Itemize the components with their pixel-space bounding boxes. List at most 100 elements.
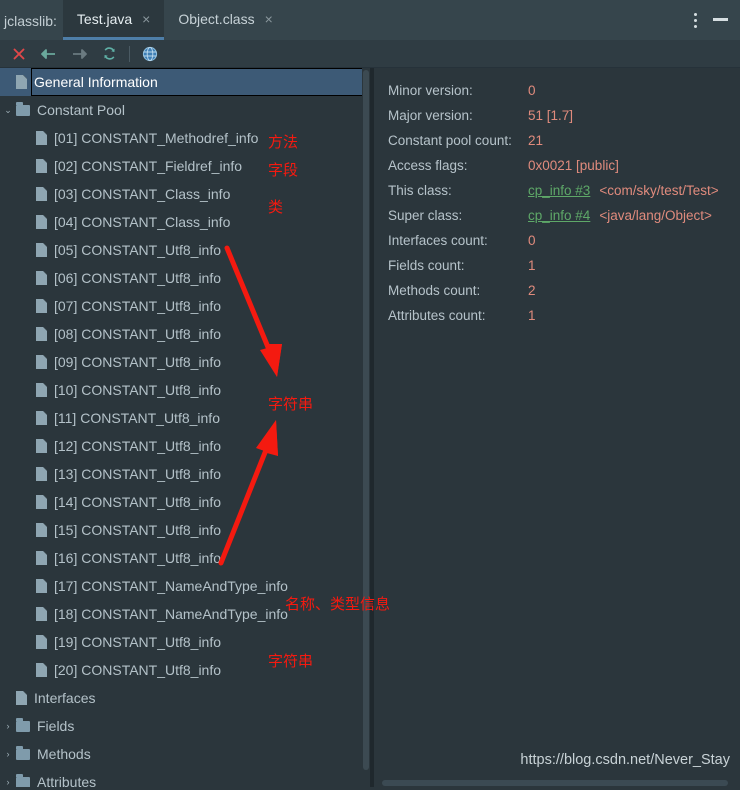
file-icon: [16, 75, 27, 89]
close-icon[interactable]: [4, 41, 34, 67]
tree-item-label: [14] CONSTANT_Utf8_info: [54, 494, 222, 510]
folder-icon: [16, 745, 30, 760]
tab-object-class[interactable]: Object.class ×: [164, 0, 286, 40]
tree-item-constant[interactable]: [07] CONSTANT_Utf8_info: [0, 292, 370, 320]
tree-item-label: [16] CONSTANT_Utf8_info: [54, 550, 222, 566]
tree-item-constant[interactable]: [13] CONSTANT_Utf8_info: [0, 460, 370, 488]
tree-item-label: Constant Pool: [37, 102, 125, 118]
file-icon: [36, 551, 47, 565]
tree-item-label: [15] CONSTANT_Utf8_info: [54, 522, 222, 538]
class-structure-tree[interactable]: General Information ⌄ Constant Pool [01]…: [0, 68, 370, 790]
file-icon: [36, 243, 47, 257]
detail-label: Interfaces count:: [388, 233, 488, 248]
tree-item-constant[interactable]: [01] CONSTANT_Methodref_info: [0, 124, 370, 152]
tree-item-constant[interactable]: [05] CONSTANT_Utf8_info: [0, 236, 370, 264]
tree-vertical-scrollbar-thumb[interactable]: [363, 70, 369, 770]
file-icon: [36, 355, 47, 369]
tree-item-constant[interactable]: [19] CONSTANT_Utf8_info: [0, 628, 370, 656]
jclasslib-window: jclasslib: Test.java × Object.class × Ge…: [0, 0, 740, 790]
more-options-icon[interactable]: [693, 12, 697, 28]
tree-item-methods[interactable]: › Methods: [0, 740, 370, 768]
file-icon: [36, 635, 47, 649]
file-icon: [36, 579, 47, 593]
tab-close-icon[interactable]: ×: [142, 12, 150, 26]
tab-label: Object.class: [178, 10, 255, 27]
file-icon: [36, 467, 47, 481]
detail-value: 51 [1.7]: [528, 108, 574, 123]
tree-item-constant[interactable]: [16] CONSTANT_Utf8_info: [0, 544, 370, 572]
tree-item-constant[interactable]: [11] CONSTANT_Utf8_info: [0, 404, 370, 432]
annotation-text: 字符串: [268, 652, 314, 670]
reload-icon[interactable]: [94, 41, 124, 67]
annotation-text: 方法: [268, 133, 299, 151]
tree-item-label: [13] CONSTANT_Utf8_info: [54, 466, 222, 482]
detail-value: 1: [528, 258, 536, 273]
detail-value: 0x0021 [public]: [528, 158, 619, 173]
detail-value: 0: [528, 83, 536, 98]
file-icon: [36, 663, 47, 677]
folder-icon: [16, 773, 30, 788]
chevron-down-icon[interactable]: ⌄: [0, 96, 16, 124]
tree-item-interfaces[interactable]: Interfaces: [0, 684, 370, 712]
detail-value: 0: [528, 233, 536, 248]
tree-item-fields[interactable]: › Fields: [0, 712, 370, 740]
folder-icon: [16, 101, 30, 116]
detail-label: Fields count:: [388, 258, 465, 273]
file-icon: [36, 411, 47, 425]
chevron-right-icon[interactable]: ›: [0, 712, 16, 740]
detail-label: This class:: [388, 183, 452, 198]
detail-value: 21: [528, 133, 544, 148]
detail-value: 2: [528, 283, 536, 298]
file-icon: [36, 523, 47, 537]
app-prefix-label: jclasslib:: [4, 13, 57, 29]
tree-item-constant[interactable]: [12] CONSTANT_Utf8_info: [0, 432, 370, 460]
detail-horizontal-scrollbar-thumb[interactable]: [382, 780, 728, 786]
tree-item-constant[interactable]: [10] CONSTANT_Utf8_info: [0, 376, 370, 404]
tree-item-constant[interactable]: [08] CONSTANT_Utf8_info: [0, 320, 370, 348]
tree-item-label: [08] CONSTANT_Utf8_info: [54, 326, 222, 342]
tree-item-constant[interactable]: [04] CONSTANT_Class_info: [0, 208, 370, 236]
tree-item-label: [05] CONSTANT_Utf8_info: [54, 242, 222, 258]
cp-info-link[interactable]: cp_info #4: [528, 208, 590, 223]
tab-label: Test.java: [76, 10, 133, 27]
detail-label: Super class:: [388, 208, 463, 223]
window-controls: [693, 0, 740, 40]
tree-item-constant[interactable]: [02] CONSTANT_Fieldref_info: [0, 152, 370, 180]
browse-icon[interactable]: [135, 41, 165, 67]
annotation-text: 字段: [268, 161, 299, 179]
detail-row: Interfaces count: 0: [388, 228, 740, 253]
tree-item-constant[interactable]: [03] CONSTANT_Class_info: [0, 180, 370, 208]
tree-item-constant-pool[interactable]: ⌄ Constant Pool: [0, 96, 370, 124]
chevron-right-icon[interactable]: ›: [0, 740, 16, 768]
back-icon[interactable]: [34, 41, 64, 67]
tree-item-label: [06] CONSTANT_Utf8_info: [54, 270, 222, 286]
tree-item-constant[interactable]: [14] CONSTANT_Utf8_info: [0, 488, 370, 516]
tree-item-label: Methods: [37, 746, 91, 762]
tree-item-constant[interactable]: [09] CONSTANT_Utf8_info: [0, 348, 370, 376]
cp-info-link[interactable]: cp_info #3: [528, 183, 590, 198]
tree-trailing-node-list: Interfaces › Fields › Methods › Attributes: [0, 684, 370, 790]
file-icon: [36, 299, 47, 313]
tree-item-constant[interactable]: [15] CONSTANT_Utf8_info: [0, 516, 370, 544]
forward-icon[interactable]: [64, 41, 94, 67]
tree-item-label: [17] CONSTANT_NameAndType_info: [54, 578, 288, 594]
detail-row: Constant pool count: 21: [388, 128, 740, 153]
tree-item-constant[interactable]: [06] CONSTANT_Utf8_info: [0, 264, 370, 292]
tree-item-constant[interactable]: [20] CONSTANT_Utf8_info: [0, 656, 370, 684]
tab-test-java[interactable]: Test.java ×: [62, 0, 165, 40]
tree-item-label: [10] CONSTANT_Utf8_info: [54, 382, 222, 398]
tree-item-general-information[interactable]: General Information: [0, 68, 370, 96]
toolbar: [0, 40, 740, 68]
minimize-icon[interactable]: [713, 17, 728, 21]
tab-close-icon[interactable]: ×: [265, 12, 273, 26]
tree-item-label: [02] CONSTANT_Fieldref_info: [54, 158, 243, 174]
